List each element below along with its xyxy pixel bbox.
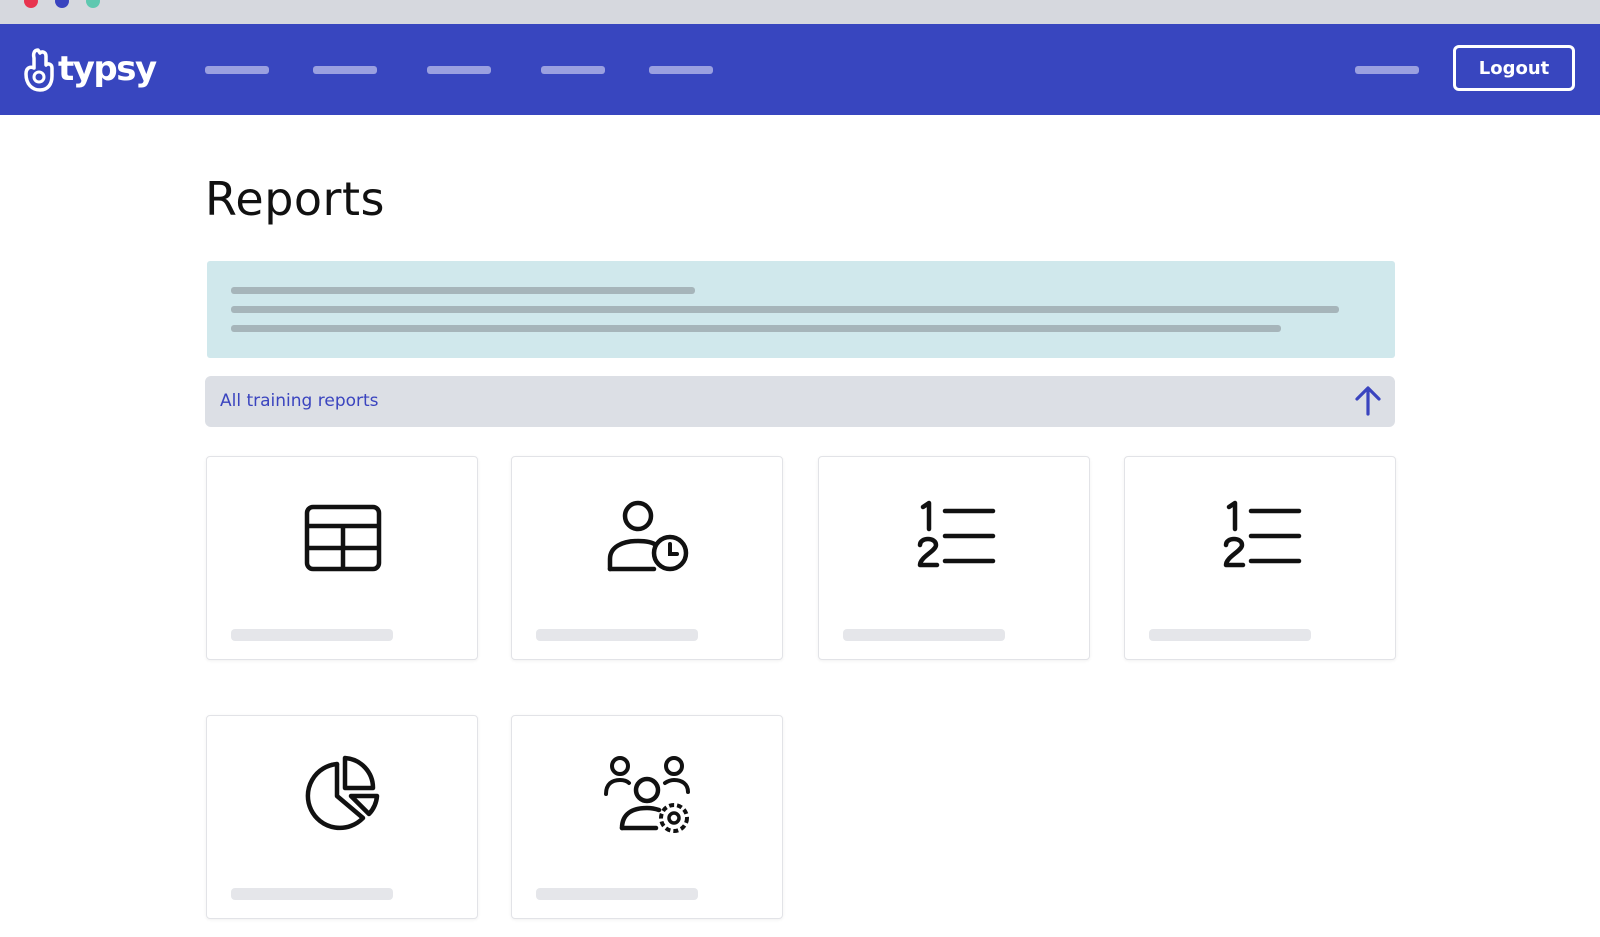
nav-item-2[interactable] <box>313 66 377 74</box>
top-navigation-bar: typsy Logout <box>0 24 1600 115</box>
section-label: All training reports <box>220 391 379 411</box>
info-banner <box>207 261 1395 358</box>
report-card-label <box>843 629 1005 641</box>
brand-name: typsy <box>58 49 157 89</box>
report-card-label <box>231 888 393 900</box>
users-gear-icon <box>604 756 690 833</box>
browser-chrome-bar <box>0 0 1600 24</box>
nav-item-3[interactable] <box>427 66 491 74</box>
nav-account-item[interactable] <box>1355 66 1419 74</box>
window-minimize-dot[interactable] <box>55 0 69 8</box>
numbered-list-icon <box>1223 500 1302 568</box>
pie-chart-icon <box>305 755 380 831</box>
report-card-list-1[interactable] <box>818 456 1090 660</box>
report-card-list-2[interactable] <box>1124 456 1396 660</box>
nav-item-4[interactable] <box>541 66 605 74</box>
banner-text-line-2 <box>231 306 1339 313</box>
banner-text-line-3 <box>231 325 1281 332</box>
report-card-pie-chart[interactable] <box>206 715 478 919</box>
nav-item-1[interactable] <box>205 66 269 74</box>
logout-button[interactable]: Logout <box>1453 45 1575 91</box>
numbered-list-icon <box>917 500 996 568</box>
nav-item-5[interactable] <box>649 66 713 74</box>
report-card-user-time[interactable] <box>511 456 783 660</box>
window-close-dot[interactable] <box>24 0 38 8</box>
report-card-label <box>1149 629 1311 641</box>
arrow-up-icon[interactable] <box>1351 384 1385 418</box>
typsy-hand-logo-icon <box>24 48 54 92</box>
user-clock-icon <box>607 500 689 572</box>
table-icon <box>304 504 382 572</box>
report-card-label <box>536 629 698 641</box>
page-title: Reports <box>205 172 385 226</box>
all-training-reports-toggle[interactable]: All training reports <box>205 376 1395 427</box>
banner-text-line-1 <box>231 287 695 294</box>
report-card-label <box>536 888 698 900</box>
brand-logo[interactable]: typsy <box>20 44 157 94</box>
window-maximize-dot[interactable] <box>86 0 100 8</box>
report-card-label <box>231 629 393 641</box>
report-card-team-settings[interactable] <box>511 715 783 919</box>
report-card-table[interactable] <box>206 456 478 660</box>
